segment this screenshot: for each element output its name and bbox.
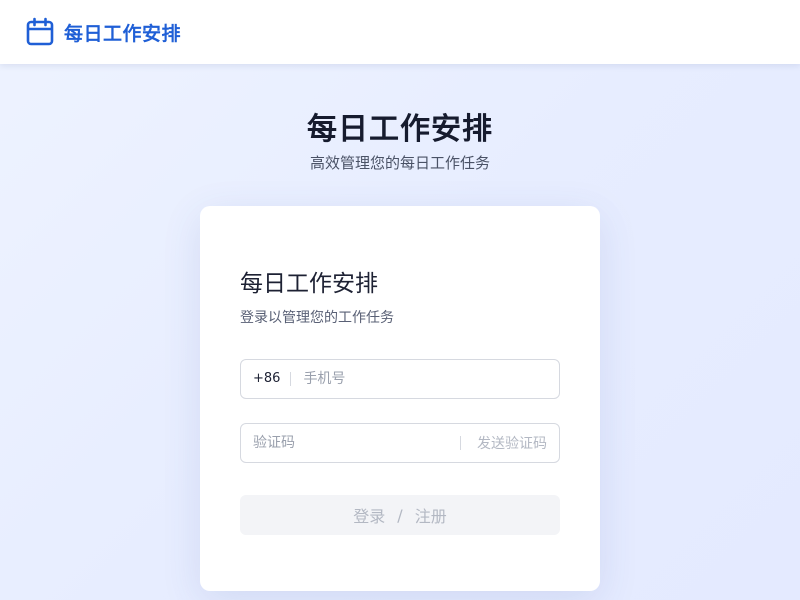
phone-field: +86 — [240, 359, 560, 399]
register-label: 注册 — [414, 507, 447, 526]
calendar-icon — [25, 17, 55, 47]
card-title: 每日工作安排 — [240, 271, 378, 297]
send-code-area: 发送验证码 — [460, 424, 559, 462]
login-register-button[interactable]: 登录 / 注册 — [240, 495, 560, 535]
country-code-prefix: +86 — [241, 372, 292, 386]
login-label: 登录 — [353, 507, 386, 526]
send-code-divider — [460, 436, 461, 450]
login-card: 每日工作安排 登录以管理您的工作任务 +86 发送验证码 登录 / 注册 — [200, 206, 600, 591]
page-title: 每日工作安排 — [307, 112, 493, 147]
verification-code-input[interactable] — [241, 424, 460, 462]
top-bar: 每日工作安排 — [0, 0, 800, 64]
phone-input[interactable] — [291, 360, 559, 398]
card-subtitle: 登录以管理您的工作任务 — [240, 310, 394, 326]
brand-name: 每日工作安排 — [64, 22, 182, 45]
label-separator: / — [397, 505, 403, 525]
send-code-button[interactable]: 发送验证码 — [477, 433, 547, 453]
page-subtitle: 高效管理您的每日工作任务 — [309, 154, 490, 172]
verification-code-field: 发送验证码 — [240, 423, 560, 463]
